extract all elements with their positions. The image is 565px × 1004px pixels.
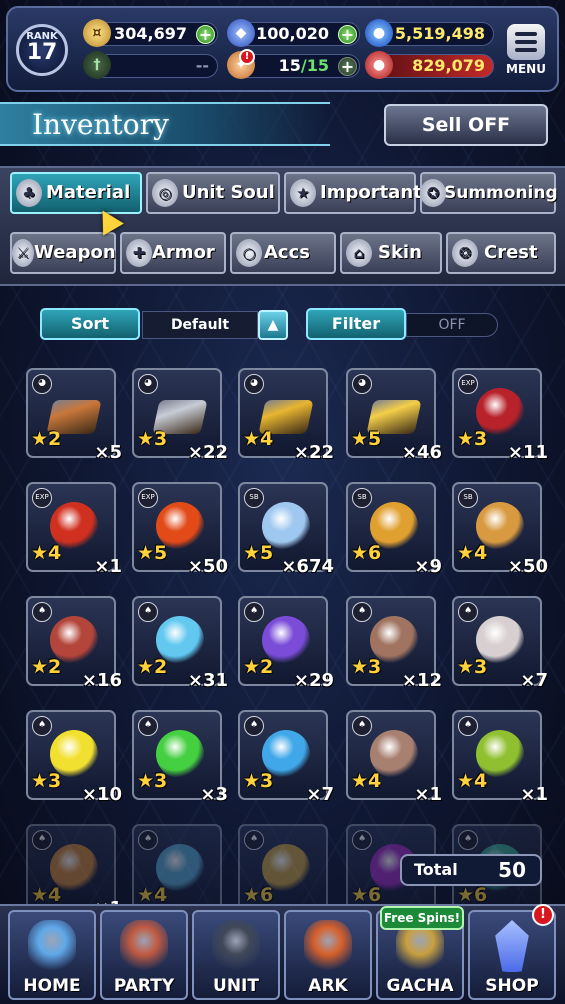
item-type-badge-icon: ♠	[458, 602, 478, 622]
unit-icon	[212, 920, 260, 972]
item-type-badge-icon: SB	[244, 488, 264, 508]
nav-unit-button[interactable]: UNIT	[192, 910, 280, 1000]
item-type-badge-icon: ♠	[138, 602, 158, 622]
item-type-badge-icon: ◕	[352, 374, 372, 394]
item-type-badge-icon: ◕	[32, 374, 52, 394]
item-type-badge-icon: ◕	[138, 374, 158, 394]
item-quantity: ×11	[507, 442, 548, 463]
total-counter: Total 50	[400, 854, 542, 886]
item-type-badge-icon: EXP	[32, 488, 52, 508]
free-spins-badge: Free Spins!	[380, 906, 464, 930]
item-rarity: ★6	[457, 884, 487, 906]
item-type-badge-icon: ♠	[352, 830, 372, 850]
item-type-badge-icon: ♠	[244, 602, 264, 622]
item-quantity: ×5	[94, 442, 122, 463]
home-crest-icon	[28, 920, 76, 972]
item-quantity: ×9	[414, 556, 442, 577]
item-rarity: ★6	[243, 884, 273, 906]
nav-home-button[interactable]: HOME	[8, 910, 96, 1000]
nav-label: GACHA	[386, 976, 454, 996]
nav-ark-button[interactable]: ARK	[284, 910, 372, 1000]
item-quantity: ×674	[281, 556, 334, 577]
rarity-star-icon: ★	[457, 884, 475, 906]
total-label: Total	[414, 860, 458, 879]
item-quantity: ×50	[507, 556, 548, 577]
party-icon	[120, 920, 168, 972]
ark-phoenix-icon	[304, 920, 352, 972]
item-type-badge-icon: ♠	[244, 716, 264, 736]
item-rarity: ★6	[351, 884, 381, 906]
item-quantity: ×10	[81, 784, 122, 805]
item-type-badge-icon: ♠	[32, 716, 52, 736]
item-quantity: ×1	[94, 556, 122, 577]
item-type-badge-icon: ♠	[138, 716, 158, 736]
item-type-badge-icon: SB	[458, 488, 478, 508]
item-quantity: ×31	[187, 670, 228, 691]
item-quantity: ×46	[401, 442, 442, 463]
item-slot[interactable]: ♠ ★4	[132, 824, 222, 914]
rarity-star-icon: ★	[351, 884, 369, 906]
item-type-badge-icon: ♠	[138, 830, 158, 850]
item-quantity: ×1	[520, 784, 548, 805]
nav-label: ARK	[308, 976, 348, 996]
nav-label: PARTY	[113, 976, 175, 996]
rarity-value: 4	[154, 884, 168, 906]
rarity-star-icon: ★	[137, 884, 155, 906]
item-type-badge-icon: ♠	[458, 716, 478, 736]
item-type-badge-icon: ♠	[458, 830, 478, 850]
item-quantity: ×22	[187, 442, 228, 463]
item-type-badge-icon: SB	[352, 488, 372, 508]
item-type-badge-icon: ♠	[32, 830, 52, 850]
item-quantity: ×16	[81, 670, 122, 691]
item-quantity: ×3	[200, 784, 228, 805]
rarity-value: 6	[260, 884, 274, 906]
shop-crystal-icon	[495, 920, 529, 972]
item-type-badge-icon: ♠	[352, 602, 372, 622]
item-type-badge-icon: ♠	[352, 716, 372, 736]
rarity-star-icon: ★	[243, 884, 261, 906]
item-quantity: ×50	[187, 556, 228, 577]
item-quantity: ×22	[293, 442, 334, 463]
item-type-badge-icon: ♠	[32, 602, 52, 622]
item-slot[interactable]: ♠ ★6	[238, 824, 328, 914]
item-type-badge-icon: EXP	[138, 488, 158, 508]
nav-label: UNIT	[213, 976, 259, 996]
total-value: 50	[498, 858, 526, 882]
nav-party-button[interactable]: PARTY	[100, 910, 188, 1000]
item-quantity: ×12	[401, 670, 442, 691]
item-type-badge-icon: EXP	[458, 374, 478, 394]
item-type-badge-icon: ♠	[244, 830, 264, 850]
nav-label: HOME	[23, 976, 81, 996]
rarity-value: 6	[368, 884, 382, 906]
item-quantity: ×7	[520, 670, 548, 691]
rarity-value: 6	[474, 884, 488, 906]
item-quantity: ×29	[293, 670, 334, 691]
item-quantity: ×7	[306, 784, 334, 805]
item-rarity: ★4	[137, 884, 167, 906]
item-quantity: ×1	[414, 784, 442, 805]
item-type-badge-icon: ◕	[244, 374, 264, 394]
shop-alert-icon: !	[532, 904, 554, 926]
nav-label: SHOP	[485, 976, 539, 996]
